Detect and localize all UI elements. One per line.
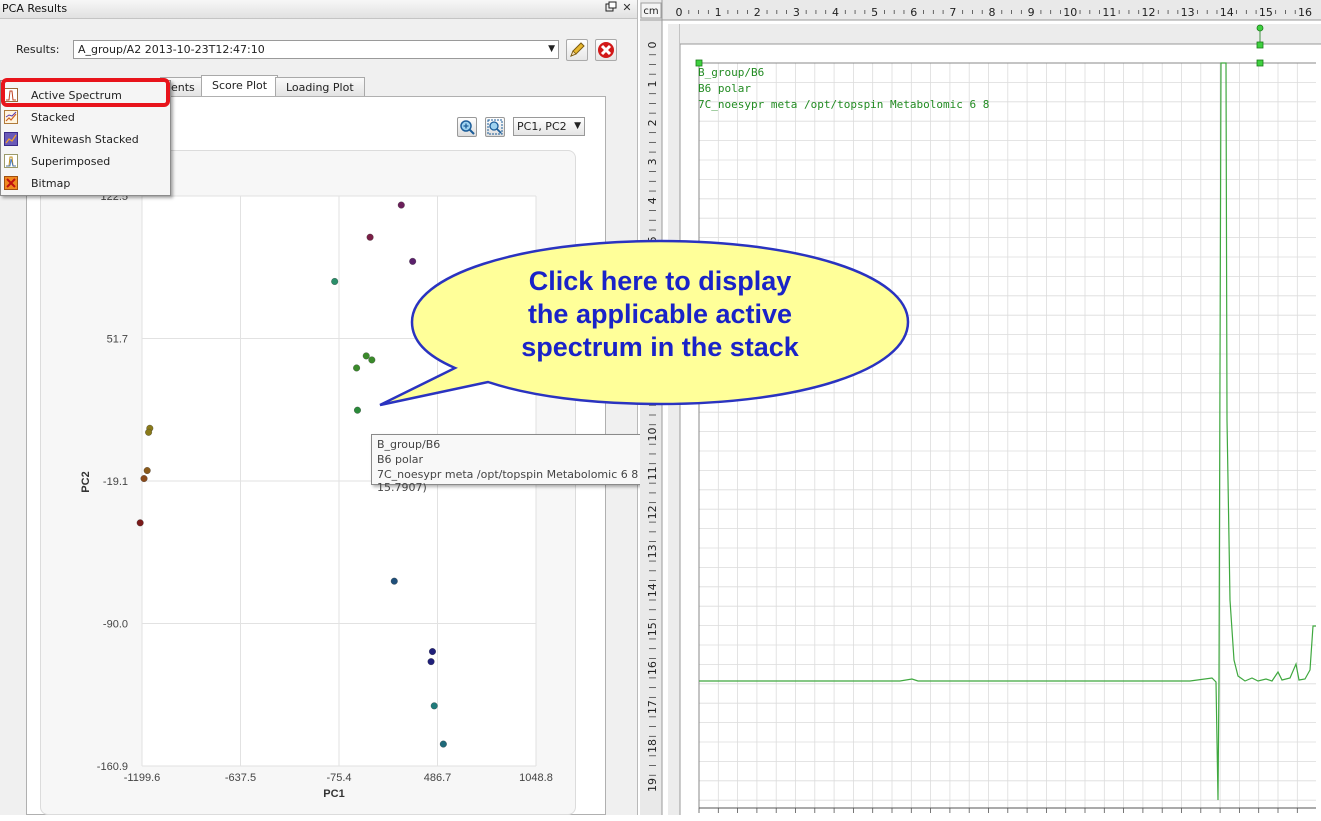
score-point[interactable] [331, 278, 339, 285]
x-axis-label: PC1 [323, 788, 344, 800]
superimposed-icon [4, 154, 18, 168]
callout-line-3: spectrum in the stack [521, 332, 799, 362]
callout-text: Click here to display the applicable act… [460, 265, 860, 364]
score-point[interactable] [354, 406, 361, 414]
score-point[interactable] [368, 356, 376, 364]
score-point[interactable] [439, 740, 447, 748]
tooltip-line-2: B6 polar [377, 453, 424, 466]
y-tick-label: -90.0 [103, 619, 128, 631]
x-tick-label: -637.5 [225, 772, 256, 784]
callout-line-2: the applicable active [527, 299, 793, 329]
menu-item-superimposed[interactable]: Superimposed [2, 151, 169, 172]
spectrum-panel [640, 0, 1321, 815]
tooltip-line-1: B_group/B6 [377, 438, 441, 451]
spectrum-label-line-2: B6 polar [698, 82, 751, 95]
score-point[interactable] [390, 577, 398, 585]
whitewash-stacked-icon [4, 132, 18, 146]
y-tick-label: -19.1 [103, 476, 128, 488]
score-point[interactable] [353, 364, 361, 372]
score-point[interactable] [140, 475, 148, 483]
stacked-icon [4, 110, 18, 124]
score-point[interactable] [430, 702, 438, 710]
x-tick-label: -75.4 [326, 772, 351, 784]
menu-item-bitmap[interactable]: Bitmap [2, 173, 169, 194]
menu-highlight-box [1, 78, 170, 107]
score-point[interactable] [136, 519, 144, 527]
x-tick-label: 486.7 [424, 772, 452, 784]
spectrum-label-line-3: 7C_noesypr meta /opt/topspin Metabolomic… [698, 98, 990, 111]
y-tick-label: 51.7 [107, 334, 128, 346]
callout-line-1: Click here to display [528, 266, 792, 296]
y-axis-label: PC2 [80, 471, 92, 492]
menu-item-whitewash-stacked[interactable]: Whitewash Stacked [2, 129, 169, 150]
score-point[interactable] [143, 467, 151, 474]
score-point[interactable] [145, 428, 153, 436]
x-tick-label: 1048.8 [519, 772, 553, 784]
score-point[interactable] [429, 648, 436, 656]
score-point[interactable] [362, 352, 370, 360]
menu-item-stacked[interactable]: Stacked [2, 107, 169, 128]
spectrum-label-line-1: B_group/B6 [698, 66, 765, 79]
score-point[interactable] [397, 201, 405, 209]
bitmap-icon [4, 176, 18, 190]
y-tick-label: -160.9 [97, 761, 128, 773]
score-point[interactable] [409, 257, 417, 265]
x-tick-label: -1199.6 [124, 772, 161, 784]
score-point[interactable] [366, 233, 374, 241]
score-point[interactable] [427, 658, 435, 666]
